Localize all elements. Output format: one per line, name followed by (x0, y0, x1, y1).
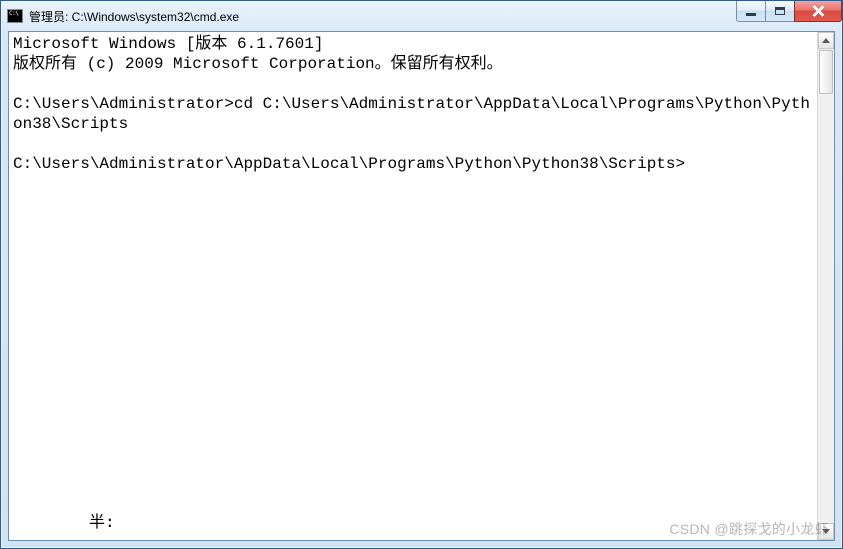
maximize-button[interactable] (765, 1, 795, 22)
console-output[interactable]: Microsoft Windows [版本 6.1.7601] 版权所有 (c)… (9, 32, 817, 540)
vertical-scrollbar[interactable] (817, 32, 834, 540)
maximize-icon (775, 7, 785, 15)
titlebar[interactable]: 管理员: C:\Windows\system32\cmd.exe (1, 1, 842, 31)
close-icon (811, 5, 825, 17)
minimize-button[interactable] (736, 1, 766, 22)
watermark-text: CSDN @跳探戈的小龙虾 (669, 519, 829, 539)
window-controls (737, 1, 842, 22)
minimize-icon (746, 13, 756, 16)
window-title: 管理员: C:\Windows\system32\cmd.exe (29, 8, 239, 25)
close-button[interactable] (794, 1, 842, 22)
cmd-window: 管理员: C:\Windows\system32\cmd.exe Microso… (0, 0, 843, 549)
cmd-icon (7, 9, 23, 23)
scroll-thumb[interactable] (819, 50, 833, 94)
scroll-up-button[interactable] (818, 32, 834, 49)
chevron-up-icon (822, 38, 830, 43)
client-area: Microsoft Windows [版本 6.1.7601] 版权所有 (c)… (8, 31, 835, 541)
footer-partial-text: 半: (89, 508, 115, 532)
